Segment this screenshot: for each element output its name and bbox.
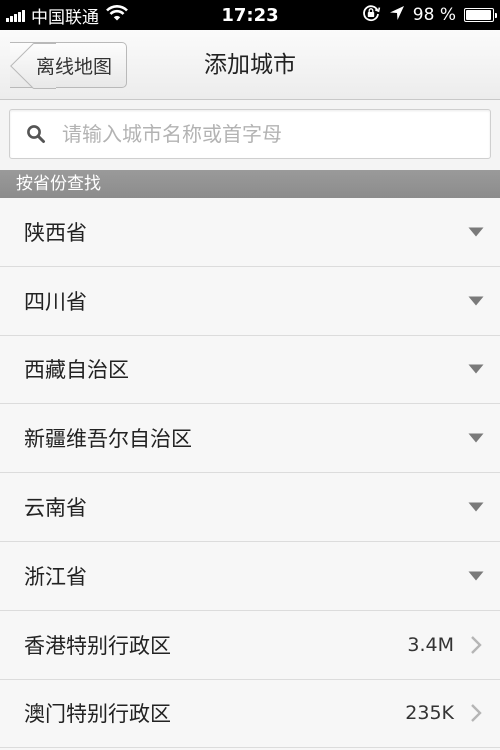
province-name: 新疆维吾尔自治区: [24, 427, 192, 452]
province-name: 浙江省: [24, 564, 87, 589]
dropdown-triangle-icon: [468, 571, 484, 581]
province-name: 陕西省: [24, 220, 87, 245]
list-item[interactable]: 四川省: [0, 266, 500, 336]
province-name: 香港特别行政区: [24, 633, 171, 658]
battery-percent: 98 %: [412, 5, 456, 25]
download-size: 3.4M: [407, 633, 454, 656]
battery-level: [466, 10, 492, 20]
rotation-lock-icon: [361, 3, 381, 28]
navigation-bar: 添加城市 离线地图: [0, 30, 500, 100]
province-name: 四川省: [24, 289, 87, 314]
dropdown-triangle-icon: [468, 296, 484, 306]
chevron-right-icon: [468, 703, 484, 723]
status-right: 98 %: [353, 0, 497, 30]
search-bar: [0, 100, 500, 170]
back-button[interactable]: 离线地图: [10, 42, 128, 89]
download-size: 235K: [405, 702, 454, 725]
list-item[interactable]: 新疆维吾尔自治区: [0, 404, 500, 474]
province-list: 陕西省 四川省 西藏自治区 新疆维吾尔自治区 云南省 浙江省 香港特别行政区 3…: [0, 198, 500, 749]
province-name: 澳门特别行政区: [24, 702, 171, 727]
list-item[interactable]: 澳门特别行政区 235K: [0, 679, 500, 749]
province-name: 西藏自治区: [24, 358, 129, 383]
chevron-right-icon: [468, 635, 484, 655]
dropdown-triangle-icon: [468, 227, 484, 237]
dropdown-triangle-icon: [468, 502, 484, 512]
search-icon: [10, 124, 54, 144]
dropdown-triangle-icon: [468, 364, 484, 374]
back-button-label: 离线地图: [36, 55, 113, 78]
dropdown-triangle-icon: [468, 433, 484, 443]
list-item[interactable]: 西藏自治区: [0, 335, 500, 405]
province-name: 云南省: [24, 496, 87, 521]
list-item[interactable]: 云南省: [0, 473, 500, 542]
search-input[interactable]: [54, 122, 490, 146]
section-header: 按省份查找: [0, 170, 500, 198]
search-box[interactable]: [9, 109, 491, 159]
status-bar: 中国联通 17:23 98 %: [0, 0, 500, 30]
list-item[interactable]: 香港特别行政区 3.4M: [0, 610, 500, 680]
battery-icon: [464, 8, 497, 22]
list-item[interactable]: 浙江省: [0, 541, 500, 611]
location-arrow-icon: [389, 5, 405, 26]
list-item[interactable]: 陕西省: [0, 198, 500, 267]
